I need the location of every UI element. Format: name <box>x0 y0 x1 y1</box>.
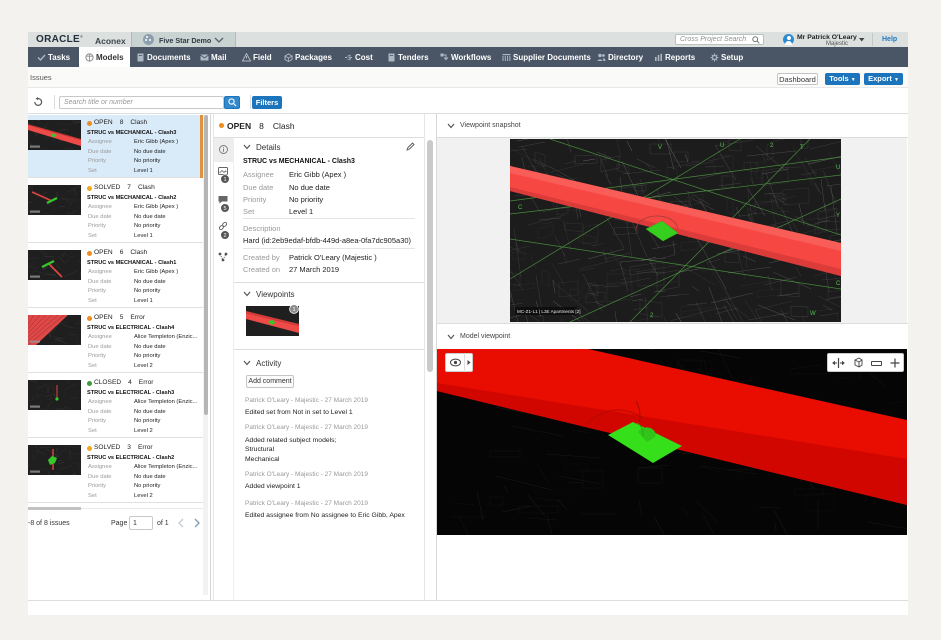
svg-text:U: U <box>720 143 724 149</box>
svg-text:U: U <box>836 165 840 171</box>
svg-text:5: 5 <box>223 206 226 212</box>
svg-text:2: 2 <box>223 233 226 239</box>
svg-text:1: 1 <box>292 307 295 313</box>
svg-text:1: 1 <box>223 177 226 183</box>
svg-text:Y: Y <box>836 213 840 219</box>
svg-text:C: C <box>836 281 841 287</box>
svg-text:T: T <box>800 145 804 151</box>
svg-text:W: W <box>810 311 816 317</box>
svg-text:V: V <box>658 145 662 151</box>
svg-text:C: C <box>518 205 523 211</box>
svg-text:$: $ <box>347 55 351 62</box>
svg-text:MC-Z1-L1 | L3E Apartments [2]: MC-Z1-L1 | L3E Apartments [2] <box>517 309 581 314</box>
